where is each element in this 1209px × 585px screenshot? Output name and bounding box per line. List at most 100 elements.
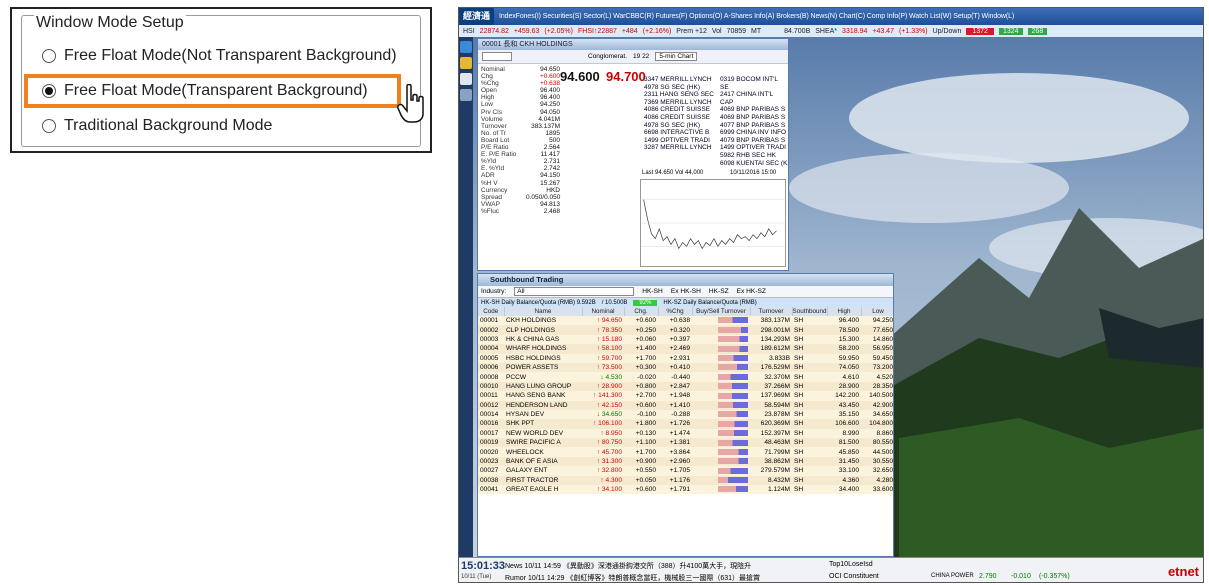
column-header[interactable]: Code [478, 307, 505, 316]
cell-chg: +0.600 [624, 400, 658, 410]
column-header[interactable]: Southbound [792, 307, 828, 316]
table-row[interactable]: 00016 SHK PPT ↑ 106.100 +1.800 +1.726 620.369… [478, 419, 893, 429]
cell-chg: +0.550 [624, 466, 658, 476]
news-bar: 15:01:33 10/11 (Tue) News 10/11 14:59 《異… [459, 557, 1203, 582]
ask-broker: 4077 BNP PARIBAS S [720, 121, 786, 129]
cell-chg: -0.100 [624, 409, 658, 420]
cell-chg: +0.060 [624, 334, 658, 345]
intraday-chart [640, 179, 786, 267]
table-row[interactable]: 00038 FIRST TRACTOR ↑ 4.300 +0.050 +1.176 8.4… [478, 475, 893, 486]
china-power-value: 2.790 [979, 573, 997, 580]
industry-label: Industry: [481, 288, 507, 295]
filter-ex-hk-sh[interactable]: Ex HK-SH [671, 288, 701, 295]
cell-turnover: 137.969M [750, 391, 792, 401]
chart-icon[interactable] [460, 57, 472, 69]
option-not-transparent-label: Free Float Mode(Not Transparent Backgrou… [64, 47, 397, 64]
column-header[interactable]: Turnover [750, 307, 793, 316]
constituent-link[interactable]: OCI Constituent [829, 573, 879, 580]
cell-low: 77.650 [861, 325, 893, 335]
news-headline-2[interactable]: Rumor 10/11 14:29 《創紅博客》特朗普概念當旺，機械股三一國際（… [505, 573, 760, 582]
cell-pchg: +1.791 [658, 485, 692, 495]
table-row[interactable]: 00012 HENDERSON LAND ↑ 42.150 +0.600 +1.410 5… [478, 400, 893, 410]
option-not-transparent[interactable]: Free Float Mode(Not Transparent Backgrou… [42, 43, 397, 69]
chart-mode-select[interactable]: 5-min Chart [655, 52, 698, 61]
quote-value: 2.468 [543, 207, 560, 215]
table-row[interactable]: 00010 HANG LUNG GROUP ↑ 28.900 +0.800 +2.847… [478, 381, 893, 392]
filter-hk-sz[interactable]: HK-SZ [709, 288, 729, 295]
table-row[interactable]: 00027 GALAXY ENT ↑ 32.800 +0.550 +1.705 279.5… [478, 466, 893, 476]
cell-high: 43.450 [827, 400, 861, 410]
add-icon[interactable] [460, 89, 472, 101]
cell-high: 34.400 [827, 485, 861, 495]
cell-buysell [692, 438, 750, 448]
quote-label: E. %Yld [481, 165, 505, 173]
table-row[interactable]: 00014 HYSAN DEV ↓ 34.650 -0.100 -0.288 23.878… [478, 409, 893, 420]
side-toolbar [459, 37, 473, 557]
cell-high: 31.450 [827, 456, 861, 467]
cell-southbound: SH [792, 316, 827, 326]
quote-value: 383.137M [531, 122, 560, 130]
quote-value: 94.650 [540, 66, 560, 73]
cell-name: SWIRE PACIFIC A [504, 438, 582, 448]
table-row[interactable]: 00001 CKH HOLDINGS ↑ 94.650 +0.600 +0.638 383… [478, 316, 893, 326]
main-menu[interactable]: IndexFones(I) Securities(S) Sector(L) Wa… [499, 13, 1014, 20]
table-row[interactable]: 00004 WHARF HOLDINGS ↑ 58.100 +1.400 +2.469 1… [478, 344, 893, 354]
table-row[interactable]: 00002 CLP HOLDINGS ↑ 78.350 +0.250 +0.320 298… [478, 325, 893, 335]
quote-icon[interactable] [460, 41, 472, 53]
cell-southbound: SH [792, 485, 827, 495]
radio-not-transparent[interactable] [42, 49, 56, 63]
column-header[interactable]: Nominal [582, 307, 625, 316]
cell-code: 00027 [478, 466, 504, 476]
radio-traditional[interactable] [42, 119, 56, 133]
table-row[interactable]: 00020 WHEELOCK ↑ 45.700 +1.700 +3.864 71.799M… [478, 447, 893, 457]
table-row[interactable]: 00019 SWIRE PACIFIC A ↑ 80.750 +1.100 +1.381… [478, 438, 893, 448]
table-row[interactable]: 00017 NEW WORLD DEV ↑ 8.950 +0.130 +1.474 152… [478, 428, 893, 439]
cell-buysell [692, 344, 750, 354]
buy-sell-bar [718, 420, 748, 427]
top10-link[interactable]: Top10LoseIsd [829, 561, 873, 568]
cell-name: FIRST TRACTOR [504, 475, 582, 486]
table-row[interactable]: 00041 GREAT EAGLE H ↑ 34.100 +0.600 +1.791 1.… [478, 485, 893, 495]
quota-pct: 92% [633, 299, 658, 306]
table-row[interactable]: 00011 HANG SENG BANK ↑ 141.300 +2.700 +1.948… [478, 391, 893, 401]
cell-code: 00011 [478, 391, 504, 401]
cell-southbound: SH [792, 475, 827, 486]
column-header[interactable]: Chg. [624, 307, 659, 316]
cell-code: 00005 [478, 353, 504, 363]
cell-name: NEW WORLD DEV [504, 428, 582, 439]
column-header[interactable]: Name [504, 307, 583, 316]
cell-low: 33.600 [861, 485, 893, 495]
table-row[interactable]: 00006 POWER ASSETS ↑ 73.500 +0.300 +0.410 176… [478, 362, 893, 373]
ask-broker-queue: 0319 BOCOM INT'L SE 2417 CHINA INT'L CAP 4… [720, 76, 788, 167]
option-traditional[interactable]: Traditional Background Mode [42, 113, 272, 139]
column-header[interactable]: %Chg [658, 307, 693, 316]
buy-sell-bar [718, 345, 748, 352]
bid-price: 94.600 [560, 69, 600, 84]
hsi-pct: (+2.05%) [544, 27, 573, 35]
table-row[interactable]: 00008 PCCW ↓ 4.530 -0.020 -0.440 32.370M SH 4.6… [478, 372, 893, 382]
filter-hk-sh[interactable]: HK-SH [642, 288, 663, 295]
hsi-label: HSI [463, 27, 475, 35]
industry-select[interactable]: All [514, 287, 635, 296]
table-row[interactable]: 00003 HK & CHINA GAS ↑ 15.180 +0.060 +0.397 1… [478, 334, 893, 345]
column-header[interactable]: Low [861, 307, 893, 316]
cell-southbound: SH [792, 409, 827, 420]
cell-code: 00014 [478, 409, 504, 420]
filter-ex-hk-sz[interactable]: Ex HK-SZ [737, 288, 766, 295]
column-header[interactable]: High [827, 307, 862, 316]
vol-value: 70859 [726, 27, 747, 35]
table-row[interactable]: 00023 BANK OF E ASIA ↑ 31.300 +0.900 +2.960 3… [478, 456, 893, 467]
cell-nominal: ↑ 80.750 [582, 438, 624, 448]
table-row[interactable]: 00005 HSBC HOLDINGS ↑ 59.700 +1.700 +2.931 3.… [478, 353, 893, 363]
cell-high: 106.600 [827, 419, 861, 429]
cell-buysell [692, 428, 750, 439]
stock-code-input[interactable] [482, 52, 512, 61]
cell-nominal: ↑ 34.100 [582, 485, 624, 495]
cell-turnover: 279.579M [750, 466, 792, 476]
window-mode-legend: Window Mode Setup [34, 14, 186, 32]
news-headline-1[interactable]: News 10/11 14:59 《異動股》深港通掛鈎港交所（388）升4100… [505, 561, 751, 571]
cell-buysell [692, 419, 750, 429]
news-icon[interactable] [460, 73, 472, 85]
cell-buysell [692, 334, 750, 345]
column-header[interactable]: Buy/Sell Turnover [692, 307, 751, 316]
